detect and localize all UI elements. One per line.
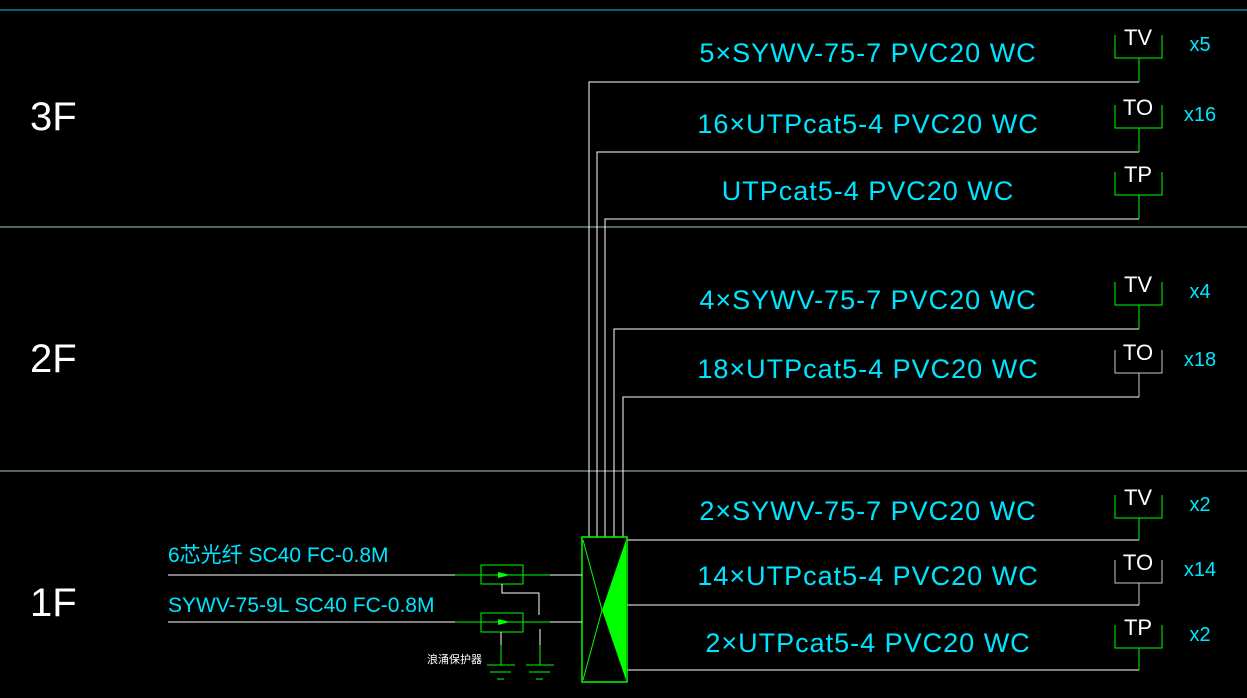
- outlet-tv[interactable]: TV x2: [1114, 485, 1211, 540]
- outlet-count: x4: [1189, 281, 1210, 303]
- outlet-tp[interactable]: TP: [1114, 162, 1163, 219]
- outlet-count: x18: [1184, 349, 1216, 371]
- outlet-to[interactable]: TO x18: [1114, 340, 1216, 397]
- outlet-type: TO: [1123, 95, 1153, 120]
- floor-label-1f: 1F: [30, 581, 77, 625]
- cable-label: 2×SYWV-75-7 PVC20 WC: [699, 496, 1036, 526]
- outlet-type: TV: [1124, 272, 1152, 297]
- outlet-type: TV: [1124, 25, 1152, 50]
- outlet-count: x2: [1189, 624, 1210, 646]
- floor-label-3f: 3F: [30, 95, 77, 139]
- incoming-fiber-label: 6芯光纤 SC40 FC-0.8M: [168, 544, 389, 567]
- riser-diagram: 3F 2F 1F TV x5 TO x16 TP TV x4 TO x18 TV x2 TO x14 TP…: [0, 9, 1247, 683]
- outlet-type: TO: [1123, 340, 1153, 365]
- surge-protector-label: 浪涌保护器: [427, 652, 482, 666]
- cable-label: UTPcat5-4 PVC20 WC: [722, 176, 1015, 206]
- surge-protector-1[interactable]: [480, 564, 540, 615]
- outlet-count: x14: [1184, 559, 1216, 581]
- cable-label: 14×UTPcat5-4 PVC20 WC: [697, 561, 1038, 591]
- outlet-tv[interactable]: TV x4: [1114, 272, 1211, 329]
- outlet-tv[interactable]: TV x5: [1114, 25, 1211, 82]
- outlet-type: TP: [1124, 615, 1152, 640]
- outlet-count: x2: [1189, 494, 1210, 516]
- outlet-count: x5: [1189, 34, 1210, 56]
- cable-label: 4×SYWV-75-7 PVC20 WC: [699, 285, 1036, 315]
- distribution-box[interactable]: [581, 536, 628, 683]
- floor-label-2f: 2F: [30, 337, 77, 381]
- cable-label: 2×UTPcat5-4 PVC20 WC: [705, 628, 1030, 658]
- cable-label: 18×UTPcat5-4 PVC20 WC: [697, 354, 1038, 384]
- outlet-to[interactable]: TO x16: [1114, 95, 1216, 152]
- incoming-coax-label: SYWV-75-9L SC40 FC-0.8M: [168, 594, 434, 617]
- outlet-tp[interactable]: TP x2: [1114, 615, 1211, 670]
- ground-icon: [487, 629, 554, 680]
- outlet-type: TP: [1124, 162, 1152, 187]
- cable-label: 16×UTPcat5-4 PVC20 WC: [697, 109, 1038, 139]
- outlet-type: TV: [1124, 485, 1152, 510]
- outlet-count: x16: [1184, 104, 1216, 126]
- cable-label: 5×SYWV-75-7 PVC20 WC: [699, 38, 1036, 68]
- outlet-type: TO: [1123, 550, 1153, 575]
- outlet-to[interactable]: TO x14: [1114, 550, 1216, 605]
